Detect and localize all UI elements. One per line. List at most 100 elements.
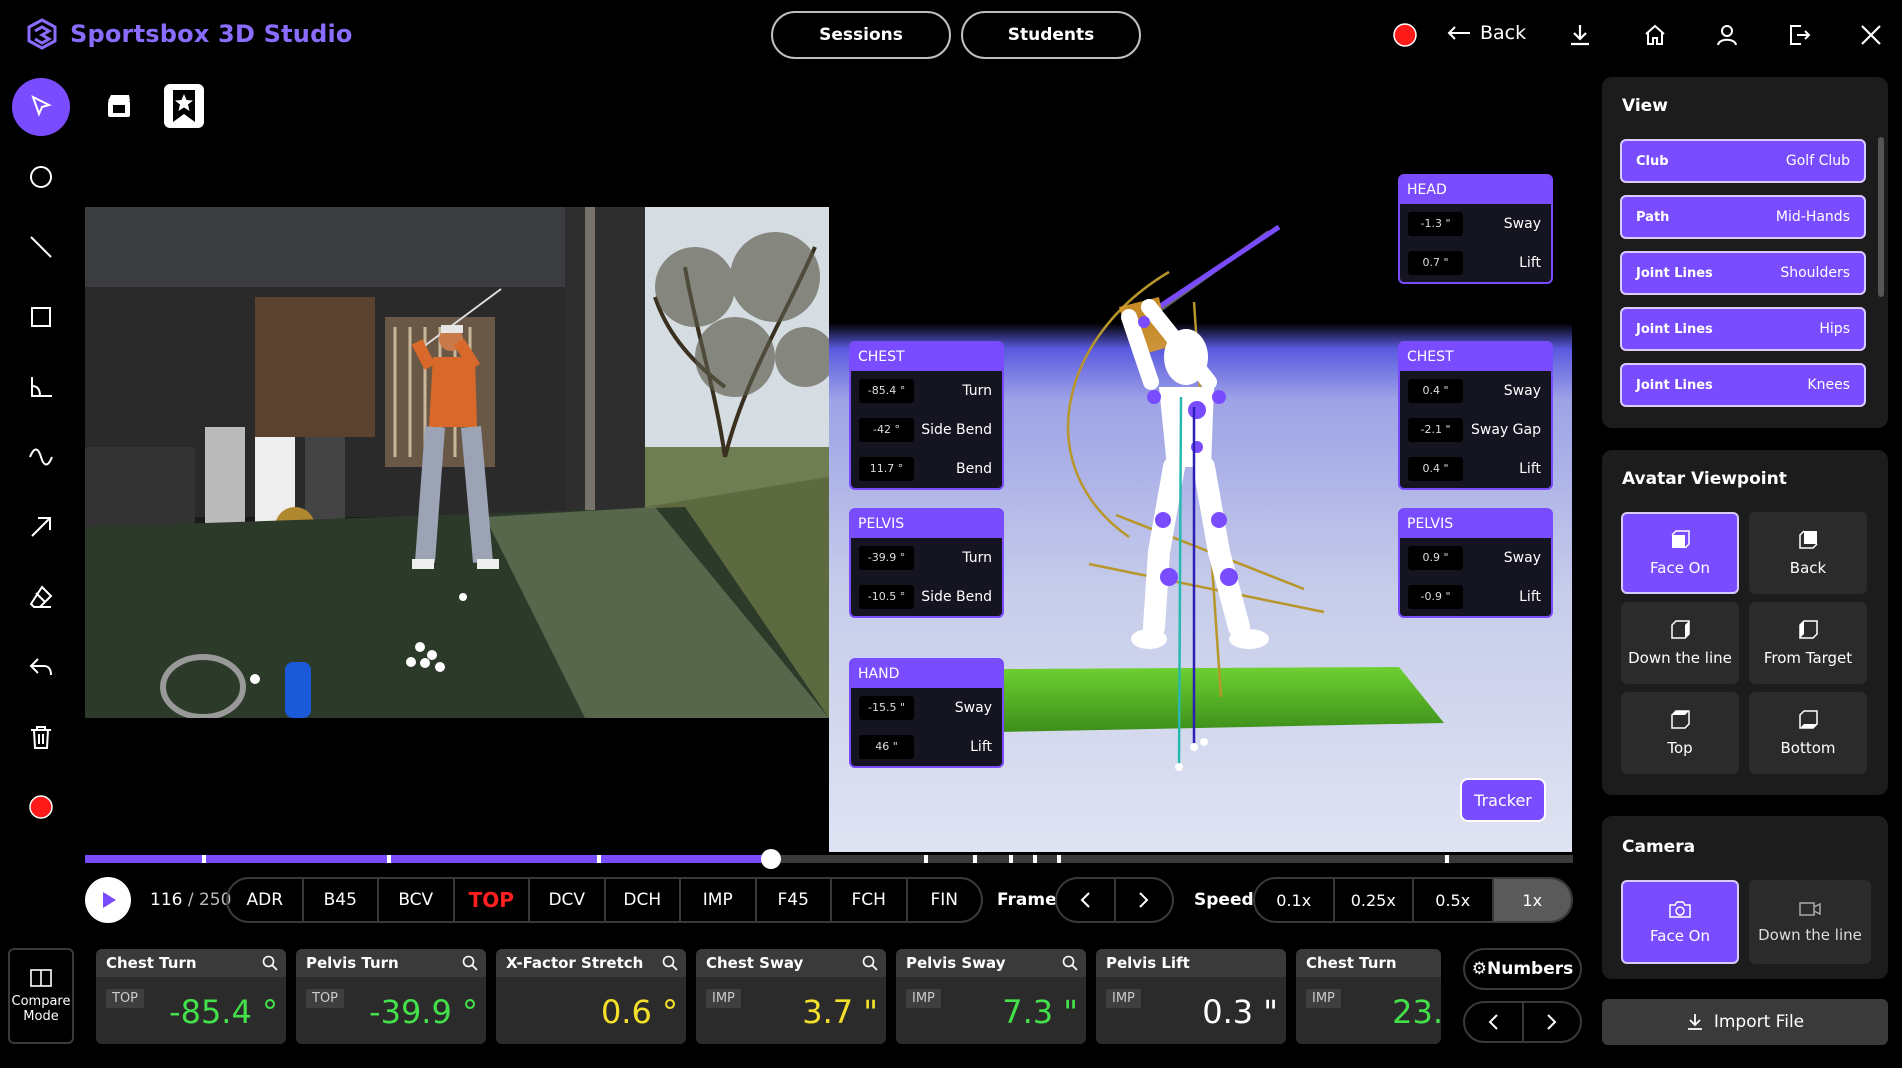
metric-phase: IMP [1106, 989, 1141, 1008]
viewpoint-top[interactable]: Top [1621, 692, 1739, 774]
viewpoint-down-the-line[interactable]: Down the line [1621, 602, 1739, 684]
viewpoint-bottom[interactable]: Bottom [1749, 692, 1867, 774]
metric-card[interactable]: Chest Turn IMP 23. [1296, 949, 1441, 1044]
head-panel-title: HEAD [1400, 176, 1551, 204]
bookmark-button[interactable] [164, 84, 204, 128]
search-icon[interactable] [662, 955, 678, 971]
students-button[interactable]: Students [961, 11, 1141, 59]
timeline-marker[interactable] [387, 855, 391, 863]
speed-0.5x[interactable]: 0.5x [1414, 879, 1494, 921]
chest-sway-gap-value: -2.1 " [1408, 417, 1463, 442]
chest-side-bend-value: -42 ° [859, 417, 914, 442]
speed-0.1x[interactable]: 0.1x [1255, 879, 1335, 921]
select-tool[interactable] [12, 78, 70, 136]
swing-video[interactable] [85, 207, 829, 718]
phase-fin[interactable]: FIN [908, 879, 982, 921]
record-tool[interactable] [12, 778, 70, 836]
phase-top[interactable]: TOP [455, 879, 530, 921]
viewpoint-face-on[interactable]: Face On [1621, 512, 1739, 594]
home-icon[interactable] [1638, 18, 1672, 52]
camera-face-on[interactable]: Face On [1621, 880, 1739, 964]
viewpoint-label: Down the line [1628, 649, 1732, 667]
view-item-shoulders[interactable]: Joint Lines Shoulders [1620, 251, 1866, 295]
phase-fch[interactable]: FCH [832, 879, 908, 921]
line-tool[interactable] [12, 218, 70, 276]
phase-dch[interactable]: DCH [606, 879, 681, 921]
undo-tool[interactable] [12, 638, 70, 696]
swing-phase-selector: ADR B45 BCV TOP DCV DCH IMP F45 FCH FIN [226, 877, 983, 923]
search-icon[interactable] [862, 955, 878, 971]
download-icon [1687, 1014, 1702, 1030]
eraser-tool[interactable] [12, 568, 70, 626]
back-button[interactable]: Back [1446, 22, 1526, 44]
metric-value: -39.9 ° [369, 993, 478, 1031]
sessions-button[interactable]: Sessions [771, 11, 951, 59]
metric-card[interactable]: Pelvis Turn TOP -39.9 ° [296, 949, 486, 1044]
phase-adr[interactable]: ADR [228, 879, 304, 921]
view-item-club[interactable]: Club Golf Club [1620, 139, 1866, 183]
next-frame-button[interactable] [1116, 879, 1173, 921]
view-scrollbar[interactable] [1878, 137, 1884, 297]
metric-card[interactable]: X-Factor Stretch 0.6 ° [496, 949, 686, 1044]
phase-b45[interactable]: B45 [304, 879, 379, 921]
metric-card[interactable]: Chest Sway IMP 3.7 " [696, 949, 886, 1044]
metrics-next-button[interactable] [1524, 1003, 1581, 1041]
search-icon[interactable] [462, 955, 478, 971]
timeline-marker[interactable] [1009, 855, 1013, 863]
timeline-marker[interactable] [597, 855, 601, 863]
rectangle-tool[interactable] [12, 288, 70, 346]
timeline-marker[interactable] [924, 855, 928, 863]
timeline-scrubber[interactable] [761, 849, 781, 869]
metric-card[interactable]: Pelvis Lift IMP 0.3 " [1096, 949, 1286, 1044]
timeline-marker[interactable] [973, 855, 977, 863]
metrics-prev-button[interactable] [1465, 1003, 1524, 1041]
metric-card[interactable]: Chest Turn TOP -85.4 ° [96, 949, 286, 1044]
record-icon[interactable] [1388, 18, 1422, 52]
timeline-marker[interactable] [1057, 855, 1061, 863]
search-icon[interactable] [262, 955, 278, 971]
timeline-marker[interactable] [1033, 855, 1037, 863]
metric-value: 23. [1392, 993, 1441, 1031]
arrow-tool[interactable] [12, 498, 70, 556]
user-icon[interactable] [1710, 18, 1744, 52]
viewpoint-back[interactable]: Back [1749, 512, 1867, 594]
chest-right-panel-title: CHEST [1400, 343, 1551, 371]
speed-0.25x[interactable]: 0.25x [1335, 879, 1414, 921]
clapperboard-icon [108, 95, 130, 117]
camera-down-the-line[interactable]: Down the line [1749, 880, 1871, 964]
chest-turn-value: -85.4 ° [859, 378, 914, 403]
metric-phase: IMP [706, 989, 741, 1008]
phase-bcv[interactable]: BCV [379, 879, 455, 921]
timeline-marker[interactable] [202, 855, 206, 863]
avatar-viewpoint-panel: Avatar Viewpoint Face On Back Down the l… [1602, 450, 1888, 795]
phase-f45[interactable]: F45 [757, 879, 832, 921]
camera-icon [1669, 901, 1691, 918]
numbers-settings-button[interactable]: ⚙Numbers [1463, 948, 1582, 990]
logout-icon[interactable] [1782, 18, 1816, 52]
circle-tool[interactable] [12, 148, 70, 206]
prev-frame-button[interactable] [1057, 879, 1116, 921]
metric-card[interactable]: Pelvis Sway IMP 7.3 " [896, 949, 1086, 1044]
import-file-button[interactable]: Import File [1602, 999, 1888, 1045]
hand-sway-label: Sway [954, 699, 992, 716]
phase-imp[interactable]: IMP [681, 879, 757, 921]
clip-button[interactable] [99, 84, 139, 128]
view-item-path[interactable]: Path Mid-Hands [1620, 195, 1866, 239]
delete-tool[interactable] [12, 708, 70, 766]
download-icon[interactable] [1563, 18, 1597, 52]
tracker-button[interactable]: Tracker [1460, 778, 1546, 822]
curve-tool[interactable] [12, 428, 70, 486]
phase-dcv[interactable]: DCV [530, 879, 606, 921]
view-item-knees[interactable]: Joint Lines Knees [1620, 363, 1866, 407]
compare-mode-button[interactable]: Compare Mode [8, 948, 74, 1044]
view-item-hips[interactable]: Joint Lines Hips [1620, 307, 1866, 351]
pelvis-lift-label: Lift [1519, 588, 1541, 605]
timeline-marker[interactable] [1445, 855, 1449, 863]
metric-value: 7.3 " [1002, 993, 1078, 1031]
play-button[interactable] [85, 877, 131, 923]
angle-tool[interactable] [12, 358, 70, 416]
viewpoint-from-target[interactable]: From Target [1749, 602, 1867, 684]
search-icon[interactable] [1062, 955, 1078, 971]
close-icon[interactable] [1854, 18, 1888, 52]
speed-1x[interactable]: 1x [1493, 879, 1571, 921]
